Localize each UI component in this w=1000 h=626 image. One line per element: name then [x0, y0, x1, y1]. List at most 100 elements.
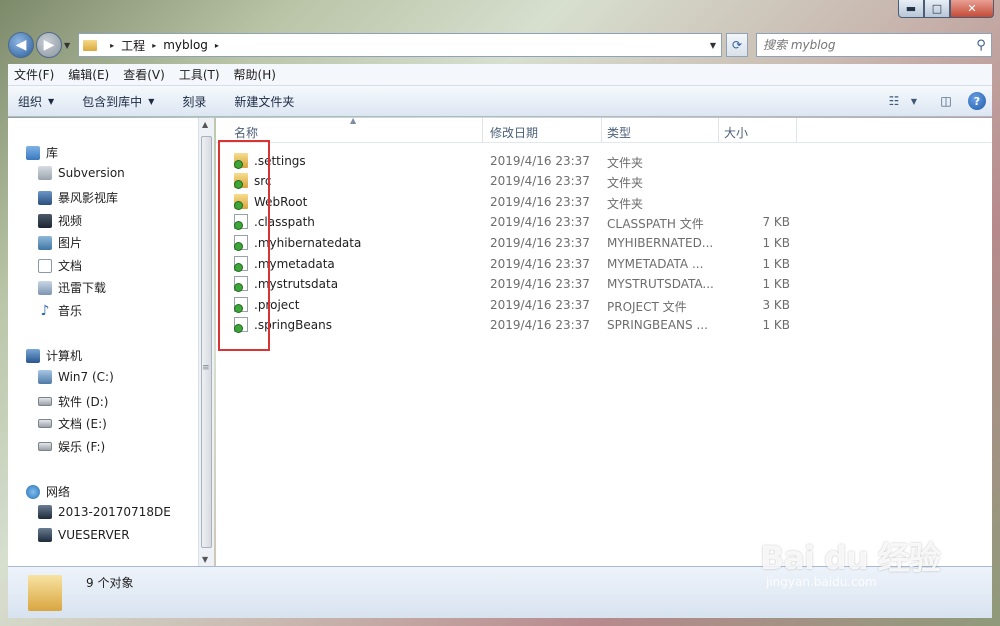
forward-arrow-icon: ▶: [43, 37, 55, 53]
nav-item-videos[interactable]: 视频: [38, 212, 82, 229]
search-box[interactable]: ⚲: [756, 33, 992, 57]
watermark-url: jingyan.baidu.com: [766, 575, 877, 589]
nav-item-label: 迅雷下载: [58, 281, 107, 295]
file-size: 1 KB: [762, 257, 790, 271]
back-button[interactable]: ◀: [8, 32, 34, 58]
nav-item-drive-d[interactable]: 软件 (D:): [38, 393, 108, 410]
nav-item-drive-e[interactable]: 文档 (E:): [38, 415, 107, 432]
file-date: 2019/4/16 23:37: [490, 195, 590, 209]
scrollbar-thumb[interactable]: [201, 136, 212, 548]
breadcrumb-arrow-icon[interactable]: ▸: [110, 41, 114, 50]
maximize-button[interactable]: □: [924, 0, 950, 18]
navigation-pane: 库 Subversion 暴风影视库 视频 图片 文档 迅雷下载 ♪ 音乐 计算机…: [8, 118, 212, 566]
breadcrumb-arrow-icon[interactable]: ▸: [215, 41, 219, 50]
new-folder-button[interactable]: 新建文件夹: [234, 93, 294, 110]
file-row[interactable]: .mymetadata 2019/4/16 23:37 MYMETADATA .…: [216, 254, 992, 274]
chevron-down-icon: ▼: [148, 96, 155, 106]
preview-pane-icon[interactable]: ◫: [936, 93, 956, 109]
file-size: 7 KB: [762, 215, 790, 229]
nav-item-drive-f[interactable]: 娱乐 (F:): [38, 438, 105, 455]
scroll-up-icon[interactable]: ▲: [202, 120, 208, 129]
nav-item-thunder[interactable]: 迅雷下载: [38, 279, 106, 296]
help-icon[interactable]: ?: [968, 92, 986, 110]
menu-edit[interactable]: 编辑(E): [68, 66, 109, 83]
nav-item-pictures[interactable]: 图片: [38, 234, 82, 251]
nav-item-baofeng[interactable]: 暴风影视库: [38, 189, 118, 206]
file-date: 2019/4/16 23:37: [490, 257, 590, 271]
search-icon[interactable]: ⚲: [971, 38, 991, 53]
music-note-icon: ♪: [40, 302, 50, 319]
highlight-box: [218, 140, 270, 351]
recent-pages-dropdown[interactable]: ▼: [64, 41, 70, 50]
file-row[interactable]: .myhibernatedata 2019/4/16 23:37 MYHIBER…: [216, 233, 992, 253]
search-input[interactable]: [763, 38, 971, 52]
file-row[interactable]: .settings 2019/4/16 23:37 文件夹: [216, 151, 992, 171]
file-row[interactable]: .project 2019/4/16 23:37 PROJECT 文件 3 KB: [216, 295, 992, 315]
nav-item-label: 音乐: [58, 304, 83, 318]
library-icon: [26, 145, 40, 160]
file-row[interactable]: src 2019/4/16 23:37 文件夹: [216, 171, 992, 191]
sort-ascending-icon: ▲: [350, 116, 357, 125]
file-date: 2019/4/16 23:37: [490, 174, 590, 188]
nav-item-label: 视频: [58, 214, 83, 228]
breadcrumb-project[interactable]: 工程: [121, 37, 145, 54]
menu-file[interactable]: 文件(F): [14, 66, 54, 83]
menu-help[interactable]: 帮助(H): [234, 66, 276, 83]
nav-item-host-1[interactable]: 2013-20170718DE: [38, 505, 171, 519]
nav-item-label: 软件 (D:): [58, 395, 109, 409]
drive-icon: [38, 442, 52, 451]
organize-button[interactable]: 组织 ▼: [18, 93, 54, 110]
minimize-button[interactable]: ▬: [898, 0, 924, 18]
file-size: 3 KB: [762, 298, 790, 312]
nav-item-music[interactable]: ♪ 音乐: [38, 302, 82, 319]
include-in-library-button[interactable]: 包含到库中 ▼: [82, 93, 154, 110]
nav-item-documents[interactable]: 文档: [38, 257, 82, 274]
command-bar: 组织 ▼ 包含到库中 ▼ 刻录 新建文件夹 ☷ ▼ ◫ ?: [8, 86, 992, 117]
file-name: .myhibernatedata: [254, 236, 362, 250]
close-button[interactable]: ✕: [950, 0, 994, 18]
menu-view[interactable]: 查看(V): [123, 66, 165, 83]
nav-group-label: 网络: [46, 485, 71, 499]
file-type: 文件夹: [607, 176, 644, 190]
video-icon: [38, 213, 52, 228]
nav-item-drive-c[interactable]: Win7 (C:): [38, 370, 114, 384]
file-row[interactable]: .springBeans 2019/4/16 23:37 SPRINGBEANS…: [216, 315, 992, 335]
nav-item-label: VUESERVER: [58, 528, 130, 542]
nav-item-label: Subversion: [58, 166, 125, 180]
column-size[interactable]: 大小: [724, 124, 748, 141]
forward-button[interactable]: ▶: [36, 32, 62, 58]
network-icon: [26, 484, 40, 499]
nav-item-host-2[interactable]: VUESERVER: [38, 528, 130, 542]
view-dropdown-icon[interactable]: ▼: [904, 93, 924, 109]
file-size: 1 KB: [762, 236, 790, 250]
file-type: CLASSPATH 文件: [607, 217, 704, 231]
nav-pane-scrollbar[interactable]: ▲ ≡ ▼: [198, 118, 214, 566]
file-row[interactable]: .classpath 2019/4/16 23:37 CLASSPATH 文件 …: [216, 212, 992, 232]
nav-item-label: 2013-20170718DE: [58, 505, 171, 519]
refresh-button[interactable]: ⟳: [726, 33, 748, 57]
nav-group-computer[interactable]: 计算机: [26, 347, 82, 364]
nav-item-subversion[interactable]: Subversion: [38, 166, 125, 180]
column-name[interactable]: 名称: [234, 124, 258, 141]
menu-tools[interactable]: 工具(T): [179, 66, 220, 83]
file-row[interactable]: WebRoot 2019/4/16 23:37 文件夹: [216, 192, 992, 212]
system-drive-icon: [38, 370, 52, 384]
nav-item-label: 暴风影视库: [58, 191, 119, 205]
column-date[interactable]: 修改日期: [490, 124, 538, 141]
file-type: MYHIBERNATED...: [607, 236, 713, 250]
nav-item-label: 文档 (E:): [58, 417, 107, 431]
breadcrumb-arrow-icon[interactable]: ▸: [152, 41, 156, 50]
nav-group-libraries[interactable]: 库: [26, 144, 58, 161]
breadcrumb-myblog[interactable]: myblog: [163, 38, 208, 52]
view-options-icon[interactable]: ☷: [884, 93, 904, 109]
address-dropdown-icon[interactable]: ▼: [705, 41, 721, 50]
file-row[interactable]: .mystrutsdata 2019/4/16 23:37 MYSTRUTSDA…: [216, 274, 992, 294]
nav-group-network[interactable]: 网络: [26, 483, 70, 500]
column-type[interactable]: 类型: [607, 124, 631, 141]
burn-button[interactable]: 刻录: [182, 93, 206, 110]
movie-library-icon: [38, 190, 52, 205]
address-bar[interactable]: ▸ 工程 ▸ myblog ▸ ▼: [78, 33, 722, 57]
scroll-down-icon[interactable]: ▼: [202, 555, 208, 564]
navigation-bar: ◀ ▶ ▼ ▸ 工程 ▸ myblog ▸ ▼ ⟳ ⚲: [8, 30, 992, 60]
file-type: MYSTRUTSDATA...: [607, 277, 713, 291]
